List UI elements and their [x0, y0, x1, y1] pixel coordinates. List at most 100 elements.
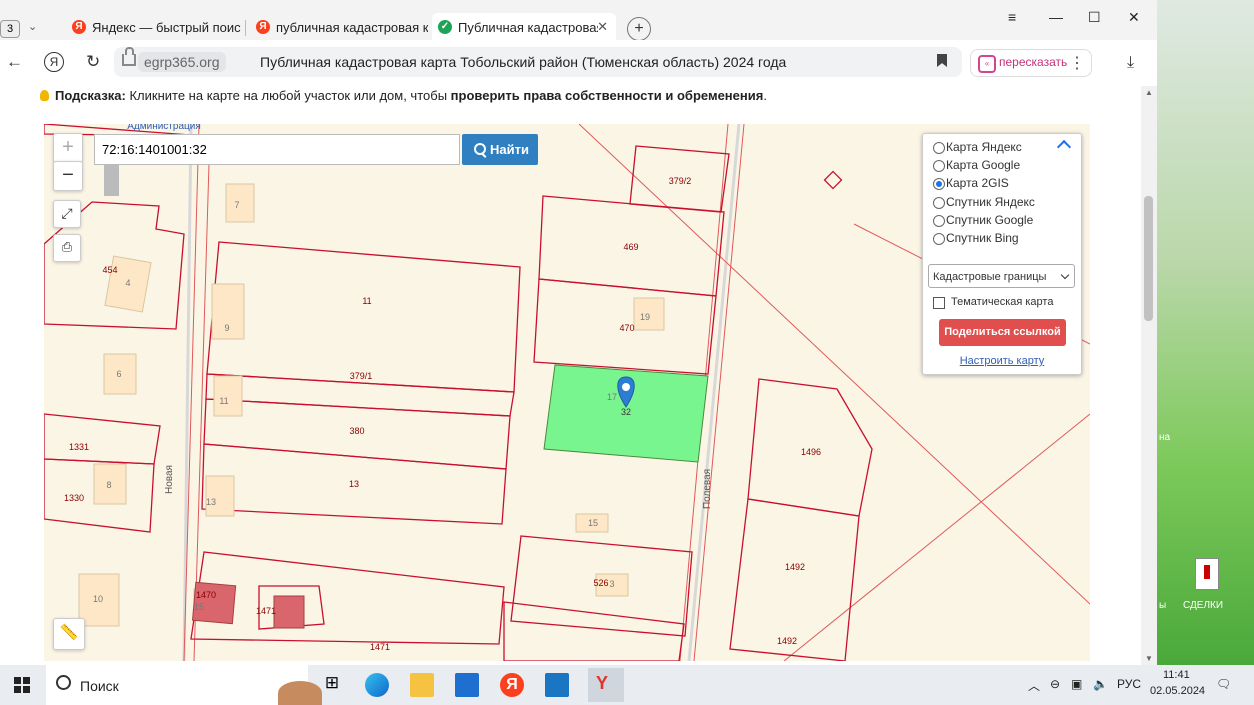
radio-button[interactable]	[933, 197, 945, 209]
download-icon[interactable]: ⤓	[1127, 54, 1134, 72]
layer-panel: Карта Яндекс Карта Google Карта 2GIS Спу…	[922, 133, 1082, 375]
parcel-number: 380	[349, 426, 364, 436]
more-icon[interactable]: ⋮	[1069, 53, 1085, 73]
tab-count-badge[interactable]: 3	[0, 20, 20, 38]
chevron-down-icon	[1060, 270, 1070, 280]
tray-app-icon[interactable]: ⊖	[1050, 677, 1060, 691]
yandex-icon: Я	[256, 20, 270, 34]
edge-icon[interactable]	[365, 673, 389, 697]
retell-button[interactable]: « пересказать ⋮	[970, 49, 1092, 77]
volume-icon[interactable]: 🔈	[1093, 677, 1108, 691]
layer-select[interactable]: Кадастровые границы	[928, 264, 1075, 288]
radio-button[interactable]	[933, 233, 945, 245]
parcel-number: 15	[194, 602, 204, 612]
yandex-icon: Я	[72, 20, 86, 34]
basemap-option-label: Спутник Bing	[946, 231, 1019, 245]
parcel-number: 1492	[785, 562, 805, 572]
basemap-option-label: Карта Google	[946, 158, 1021, 172]
parcel-number: 19	[640, 312, 650, 322]
diamond-marker	[823, 170, 843, 190]
tab-cadastral-search[interactable]: Я публичная кадастровая к	[250, 13, 428, 40]
hint-end: .	[763, 88, 767, 103]
search-highlight-image	[278, 681, 322, 705]
parcel-number: 1471	[370, 642, 390, 652]
parcel-number: 11	[362, 296, 371, 306]
tray-app-icon[interactable]: ▣	[1071, 677, 1082, 691]
ruler-icon[interactable]: 📏	[53, 618, 85, 650]
parcel-number: 526	[593, 578, 608, 588]
share-link-button[interactable]: Поделиться ссылкой	[939, 319, 1066, 346]
radio-button[interactable]	[933, 160, 945, 172]
map-label: Администрация	[127, 124, 201, 132]
new-tab-button[interactable]: +	[627, 17, 651, 41]
scroll-up-icon[interactable]: ▲	[1145, 88, 1153, 97]
parcel-number: 11	[219, 396, 228, 406]
scroll-down-icon[interactable]: ▼	[1145, 654, 1153, 663]
cadastral-number-input[interactable]	[94, 134, 460, 165]
search-button[interactable]: Найти	[462, 134, 538, 165]
tab-cadastral-map[interactable]: ✓ Публичная кадастровая ка ✕	[432, 13, 616, 40]
folder-icon[interactable]	[1195, 558, 1219, 590]
retell-label: пересказать	[999, 55, 1068, 69]
basemap-option-label: Карта 2GIS	[946, 176, 1009, 190]
reload-icon[interactable]: ↻	[86, 52, 100, 72]
parcel-number: 7	[234, 200, 239, 210]
parcel-number: 1471	[256, 606, 276, 616]
parcel-number: 8	[106, 480, 111, 490]
collapse-panel-icon[interactable]	[1056, 139, 1072, 155]
basemap-option-label: Спутник Google	[946, 213, 1034, 227]
parcel-boundaries	[44, 124, 873, 661]
maximize-icon[interactable]: ☐	[1088, 9, 1101, 26]
taskbar-search-box[interactable]: Поиск	[46, 665, 322, 705]
clock-time[interactable]: 11:41	[1163, 669, 1190, 681]
chevron-down-icon[interactable]: ⌄	[28, 20, 48, 38]
radio-button[interactable]	[933, 215, 945, 227]
language-indicator[interactable]: РУС	[1117, 677, 1141, 691]
basemap-option-label: Карта Яндекс	[946, 140, 1022, 154]
parcel-number: 17	[607, 392, 617, 402]
home-app-icon[interactable]	[545, 673, 569, 697]
tab-label: публичная кадастровая к	[276, 20, 428, 35]
file-explorer-icon[interactable]	[410, 673, 434, 697]
search-button-label: Найти	[490, 142, 529, 157]
parcel-number: 1330	[64, 493, 84, 503]
bookmark-icon[interactable]	[937, 54, 947, 67]
menu-icon[interactable]: ≡	[1008, 9, 1016, 25]
desktop-text: на	[1159, 432, 1171, 443]
yandex-logo-icon[interactable]: Я	[44, 52, 64, 72]
chevron-up-icon[interactable]: ︿	[1028, 677, 1040, 694]
print-icon[interactable]: ⎙	[53, 234, 81, 262]
parcel-number: 1470	[196, 590, 216, 600]
checkbox[interactable]	[933, 297, 945, 309]
radio-button[interactable]	[933, 178, 945, 190]
close-icon[interactable]: ✕	[597, 19, 608, 35]
yandex-icon[interactable]: Я	[500, 673, 524, 697]
close-window-icon[interactable]: ✕	[1128, 9, 1140, 26]
back-arrow-icon[interactable]: ←	[6, 52, 23, 72]
configure-map-link[interactable]: Настроить карту	[923, 355, 1081, 367]
zoom-out-button[interactable]: −	[53, 161, 83, 191]
parcel-number: 15	[588, 518, 598, 528]
address-bar: ← Я ↻ egrp365.org Публичная кадастровая …	[0, 40, 1157, 86]
yandex-browser-icon: Y	[596, 673, 609, 693]
parcel-number: 10	[93, 594, 103, 604]
radio-button[interactable]	[933, 142, 945, 154]
yandex-browser-taskbar-button[interactable]: Y	[588, 668, 624, 702]
tab-label: Публичная кадастровая ка	[458, 20, 598, 35]
fullscreen-icon[interactable]: ⤢	[53, 200, 81, 228]
desktop-folder-label[interactable]: СДЕЛКИ	[1183, 600, 1223, 611]
notifications-icon[interactable]: 🗨	[1216, 677, 1231, 691]
tab-yandex-search[interactable]: Я Яндекс — быстрый поиск	[66, 13, 241, 40]
url-field[interactable]: egrp365.org Публичная кадастровая карта …	[114, 47, 962, 77]
mail-icon[interactable]	[455, 673, 479, 697]
parcel-number: 1496	[801, 447, 821, 457]
zoom-in-button[interactable]: +	[53, 133, 83, 163]
windows-start-icon[interactable]	[14, 677, 30, 693]
task-view-icon[interactable]: ⊞	[320, 673, 344, 697]
cadastral-map[interactable]: 379/2 469 470 19 454 4 7 11 9 379/1 6 11…	[44, 124, 1090, 661]
minimize-icon[interactable]: —	[1049, 9, 1063, 25]
page-scrollbar[interactable]: ▲ ▼	[1141, 86, 1157, 665]
clock-date[interactable]: 02.05.2024	[1150, 685, 1205, 697]
scrollbar-thumb[interactable]	[1144, 196, 1153, 321]
parcel-number: 1331	[69, 442, 89, 452]
